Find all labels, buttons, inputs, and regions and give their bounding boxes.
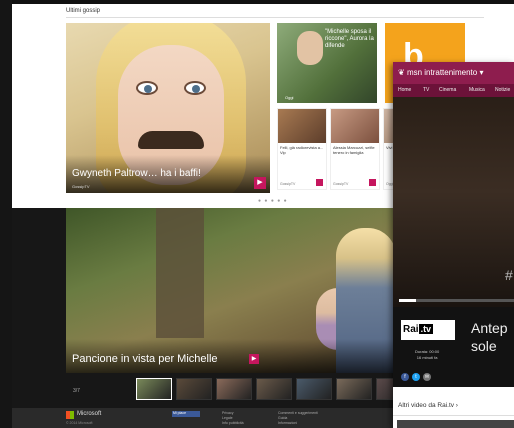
video-badge-icon <box>316 179 323 186</box>
footer-link[interactable]: Informazioni <box>278 421 318 426</box>
video-player[interactable]: Pancione in vista per Michelle ▶ <box>66 208 396 373</box>
small-news-source: GossipTV <box>333 182 349 186</box>
top-bar <box>12 0 514 4</box>
popup-logo[interactable]: ❦ msn intrattenimento ▾ <box>398 68 483 77</box>
video-play-icon[interactable]: ▶ <box>249 354 259 364</box>
video-thumbnail[interactable] <box>216 378 252 400</box>
microsoft-logo-icon <box>66 411 74 419</box>
video-progress-fill <box>399 299 417 302</box>
facebook-share-icon[interactable]: f <box>401 373 409 381</box>
more-videos-link[interactable]: Altri video da Rai.tv › <box>398 402 458 409</box>
footer-links-1[interactable]: Privacy Legale Info pubblicità <box>222 411 244 426</box>
video-thumbnail[interactable] <box>136 378 172 400</box>
video-badge-icon <box>369 179 376 186</box>
small-news-caption[interactable]: Alessia Marcuzzi, selfie tenero in famig… <box>333 145 379 155</box>
footer-copyright: © 2014 Microsoft <box>66 421 93 425</box>
hero-caption[interactable]: Gwyneth Paltrow… ha i baffi! <box>72 168 201 179</box>
facebook-like-button[interactable]: Mi piace <box>172 411 200 417</box>
popup-thumbnail-strip[interactable] <box>397 420 514 428</box>
nav-item[interactable]: Musica <box>469 87 485 93</box>
video-thumbnail[interactable] <box>256 378 292 400</box>
video-tree <box>156 208 204 338</box>
section-title: Ultimi gossip <box>66 8 101 14</box>
popup-nav: Home TV Cinema Musica Notizie <box>393 84 514 97</box>
slide-counter: 3/7 <box>73 388 80 394</box>
msn-butterfly-icon: ❦ <box>398 68 405 77</box>
popup-video[interactable] <box>393 97 514 307</box>
footer-link[interactable]: Info pubblicità <box>222 421 244 426</box>
hero-eye-right <box>184 81 206 95</box>
rai-logo-tv: .tv <box>418 324 434 334</box>
small-news-tile[interactable]: Felli, già radiorevista a... Vip GossipTV <box>277 108 327 190</box>
news-card-1-person <box>297 31 323 65</box>
hero-play-icon[interactable]: ▶ <box>254 177 266 189</box>
nav-item[interactable]: TV <box>423 87 429 93</box>
rai-tv-popup[interactable]: ❦ msn intrattenimento ▾ Home TV Cinema M… <box>393 62 514 428</box>
small-news-image <box>278 109 326 143</box>
small-news-caption[interactable]: Felli, già radiorevista a... Vip <box>280 145 326 155</box>
hero-eye-left <box>136 81 158 95</box>
small-news-tile[interactable]: Alessia Marcuzzi, selfie tenero in famig… <box>330 108 380 190</box>
left-strip <box>0 0 12 428</box>
news-card-1-source: Oggi <box>285 95 294 100</box>
popup-divider <box>393 415 514 416</box>
footer-links-2[interactable]: Commenti e suggerimenti Guida Informazio… <box>278 411 318 426</box>
section-divider <box>66 17 484 18</box>
carousel-dots[interactable]: ● ● ● ● ● <box>258 198 288 204</box>
hero-tile[interactable]: Gwyneth Paltrow… ha i baffi! GossipTV ▶ <box>66 23 270 193</box>
video-thumbnail[interactable] <box>336 378 372 400</box>
video-thumbnail[interactable] <box>296 378 332 400</box>
page: Ultimi gossip Gwyneth Paltrow… ha i baff… <box>0 0 514 428</box>
hero-mustache <box>138 131 204 149</box>
video-progress-bar[interactable] <box>399 299 514 302</box>
rai-tv-logo: Rai .tv <box>401 320 455 340</box>
nav-item[interactable]: Home <box>398 87 411 93</box>
news-card-1-caption[interactable]: "Michelle sposa il riccone", Aurora la d… <box>325 29 375 50</box>
rai-logo-text: Rai <box>403 324 419 335</box>
small-news-source: GossipTV <box>280 182 296 186</box>
nav-item[interactable]: Cinema <box>439 87 456 93</box>
popup-title: Antep sole <box>471 320 508 354</box>
popup-logo-text: msn intrattenimento <box>406 68 478 77</box>
chevron-down-icon: ▾ <box>479 68 484 77</box>
video-thumbnail[interactable] <box>176 378 212 400</box>
video-caption[interactable]: Pancione in vista per Michelle <box>72 353 218 365</box>
small-news-image <box>331 109 379 143</box>
popup-meta: Durata: 00:00 16 minuti fa <box>415 349 439 361</box>
news-card-1[interactable]: "Michelle sposa il riccone", Aurora la d… <box>277 23 377 103</box>
mail-share-icon[interactable]: ✉ <box>423 373 431 381</box>
popup-info-panel: Rai .tv Antep sole Durata: 00:00 16 minut… <box>393 307 514 387</box>
nav-item[interactable]: Notizie <box>495 87 510 93</box>
popup-time: 16 minuti fa <box>416 355 438 360</box>
popup-video-hash: # <box>505 267 513 283</box>
hero-source: GossipTV <box>72 184 90 189</box>
footer-brand[interactable]: Microsoft <box>77 411 101 417</box>
twitter-share-icon[interactable]: t <box>412 373 420 381</box>
